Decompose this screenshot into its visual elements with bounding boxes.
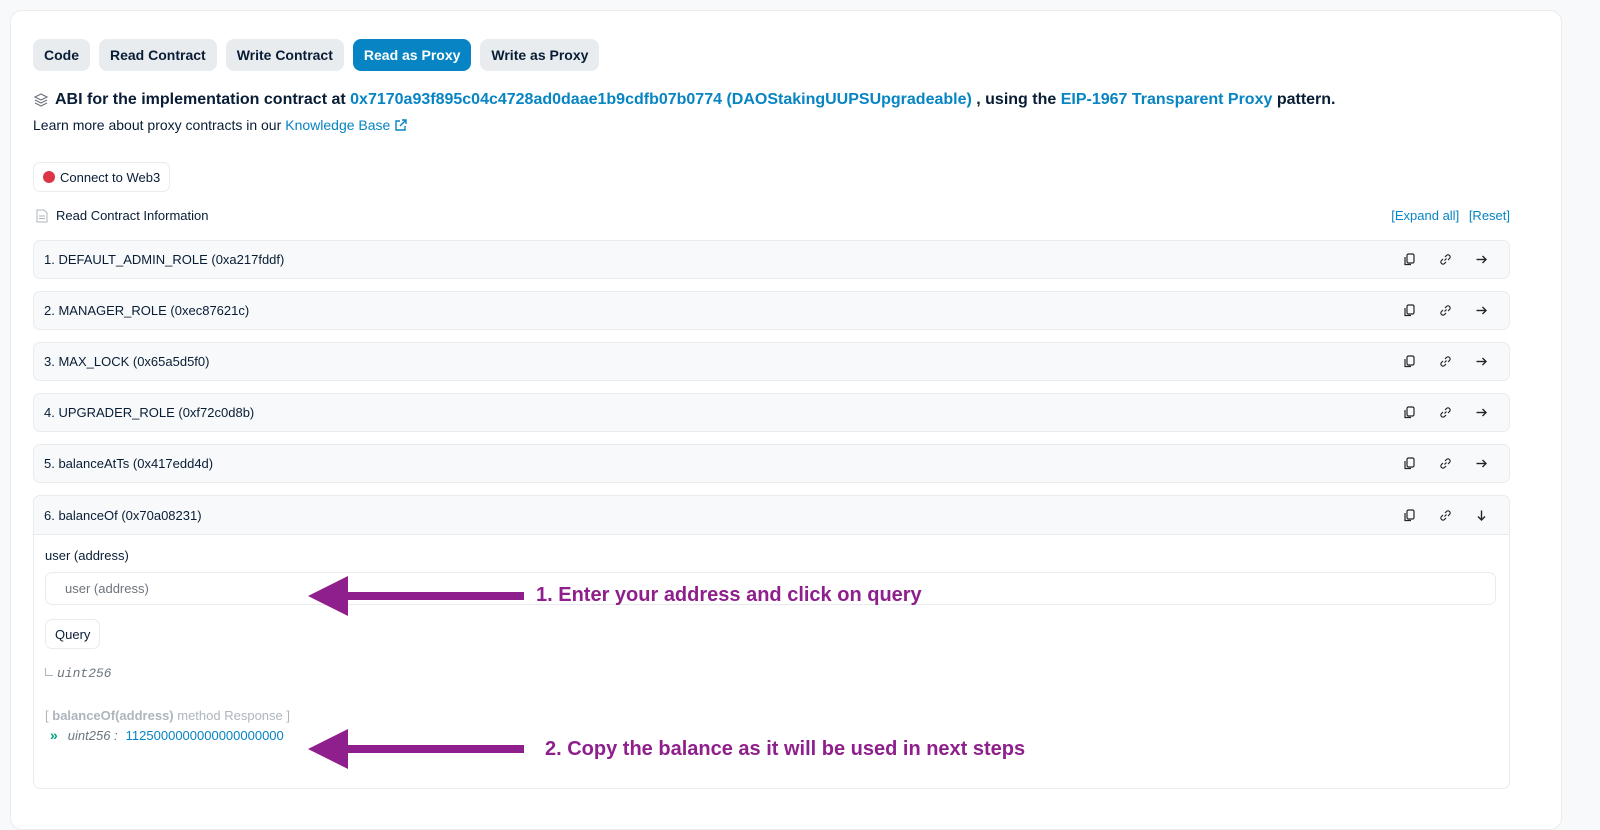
function-row-5[interactable]: 5. balanceAtTs (0x417edd4d): [33, 444, 1510, 483]
tab-code[interactable]: Code: [33, 39, 90, 71]
knowledge-base-link[interactable]: Knowledge Base: [285, 117, 390, 133]
copy-icon[interactable]: [1391, 352, 1427, 372]
arrow-right-icon[interactable]: [1463, 403, 1499, 423]
annotation-step-1: 1. Enter your address and click on query: [536, 584, 922, 606]
arrow-right-icon[interactable]: [1463, 301, 1499, 321]
annotation-arrow-2: [308, 729, 524, 769]
function-label: 2. MANAGER_ROLE (0xec87621c): [44, 303, 250, 318]
reset-link[interactable]: [Reset]: [1469, 208, 1510, 223]
function-row-4[interactable]: 4. UPGRADER_ROLE (0xf72c0d8b): [33, 393, 1510, 432]
function-row-2[interactable]: 2. MANAGER_ROLE (0xec87621c): [33, 291, 1510, 330]
balance-value[interactable]: 1125000000000000000000: [126, 728, 284, 743]
abi-middle: , using the: [976, 91, 1057, 108]
tree-corner-icon: [45, 667, 53, 676]
external-link-icon[interactable]: [394, 118, 408, 132]
link-icon[interactable]: [1427, 301, 1463, 321]
tab-bar: Code Read Contract Write Contract Read a…: [33, 39, 600, 71]
disconnected-status-icon: [43, 171, 55, 183]
function-label: 3. MAX_LOCK (0x65a5d5f0): [44, 354, 210, 369]
expand-all-link[interactable]: [Expand all]: [1391, 208, 1459, 223]
tab-read-contract[interactable]: Read Contract: [99, 39, 217, 71]
copy-icon[interactable]: [1391, 250, 1427, 270]
tab-write-contract[interactable]: Write Contract: [225, 39, 344, 71]
tab-write-as-proxy[interactable]: Write as Proxy: [480, 39, 600, 71]
read-info-bar: Read Contract Information [Expand all] […: [33, 208, 1510, 223]
response-title: [ balanceOf(address) method Response ]: [45, 708, 290, 723]
double-chevron-right-icon: »: [50, 727, 58, 743]
response-rest: method Response ]: [177, 708, 290, 723]
proxy-pattern-link[interactable]: EIP-1967 Transparent Proxy: [1061, 91, 1273, 109]
response-value-row: » uint256 : 1125000000000000000000: [50, 727, 284, 743]
response-type: uint256 :: [67, 727, 118, 743]
function-label: 4. UPGRADER_ROLE (0xf72c0d8b): [44, 405, 255, 420]
abi-prefix: ABI for the implementation contract at: [55, 91, 346, 108]
connect-web3-button[interactable]: Connect to Web3: [33, 162, 171, 192]
arrow-right-icon[interactable]: [1463, 250, 1499, 270]
tab-read-as-proxy[interactable]: Read as Proxy: [352, 39, 472, 71]
link-icon[interactable]: [1427, 250, 1463, 270]
function-label: 1. DEFAULT_ADMIN_ROLE (0xa217fddf): [44, 252, 285, 267]
link-icon[interactable]: [1427, 454, 1463, 474]
contract-card: Code Read Contract Write Contract Read a…: [10, 10, 1562, 830]
connect-label: Connect to Web3: [60, 169, 161, 185]
copy-icon[interactable]: [1391, 301, 1427, 321]
query-button[interactable]: Query: [45, 619, 101, 649]
function-row-3[interactable]: 3. MAX_LOCK (0x65a5d5f0): [33, 342, 1510, 381]
annotation-step-2: 2. Copy the balance as it will be used i…: [545, 738, 1026, 760]
arrow-right-icon[interactable]: [1463, 454, 1499, 474]
arrow-down-icon[interactable]: [1463, 505, 1499, 525]
return-type: uint256: [45, 666, 112, 681]
return-type-label: uint256: [57, 666, 112, 681]
copy-icon[interactable]: [1391, 454, 1427, 474]
function-label: 6. balanceOf (0x70a08231): [44, 507, 202, 523]
link-icon[interactable]: [1427, 352, 1463, 372]
response-method: balanceOf(address): [52, 708, 174, 723]
arrow-right-icon[interactable]: [1463, 352, 1499, 372]
copy-icon[interactable]: [1391, 403, 1427, 423]
function-label: 5. balanceAtTs (0x417edd4d): [44, 456, 214, 471]
document-icon: [36, 209, 48, 222]
read-info-title: Read Contract Information: [56, 208, 209, 223]
abi-suffix: pattern.: [1276, 91, 1336, 108]
abi-notice: ABI for the implementation contract at 0…: [33, 91, 1336, 109]
annotation-arrow-1: [308, 576, 524, 616]
copy-icon[interactable]: [1391, 505, 1427, 525]
param-label: user (address): [45, 548, 129, 563]
learn-text: Learn more about proxy contracts in our: [33, 117, 282, 133]
implementation-contract-link[interactable]: 0x7170a93f895c04c4728ad0daae1b9cdfb07b07…: [350, 91, 972, 109]
function-row-6[interactable]: 6. balanceOf (0x70a08231): [34, 496, 1509, 535]
link-icon[interactable]: [1427, 505, 1463, 525]
learn-more: Learn more about proxy contracts in our …: [33, 117, 408, 133]
link-icon[interactable]: [1427, 403, 1463, 423]
layers-icon: [33, 93, 49, 107]
function-row-1[interactable]: 1. DEFAULT_ADMIN_ROLE (0xa217fddf): [33, 240, 1510, 279]
response-open: [: [45, 708, 49, 723]
